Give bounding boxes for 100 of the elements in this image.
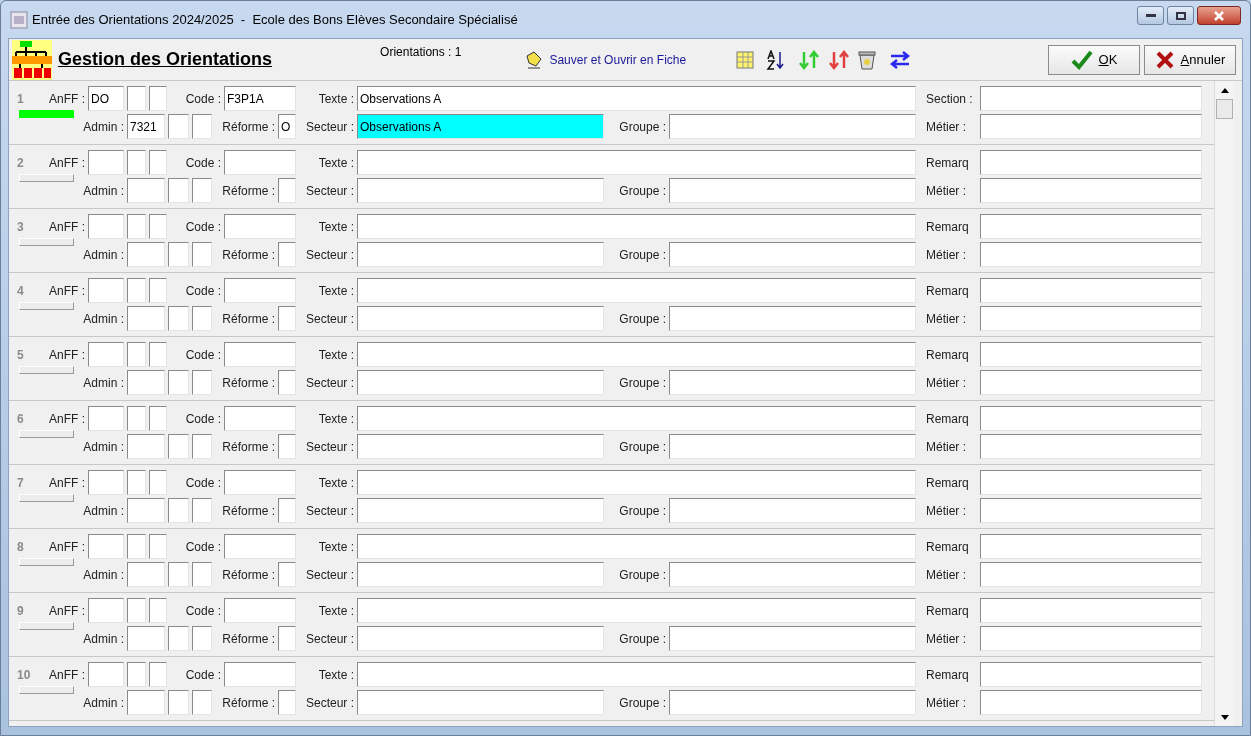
input-field[interactable] bbox=[980, 86, 1202, 111]
input-field[interactable] bbox=[980, 598, 1202, 623]
input-field[interactable] bbox=[669, 690, 916, 715]
input-field[interactable] bbox=[192, 114, 212, 139]
input-field[interactable] bbox=[127, 370, 165, 395]
input-field[interactable] bbox=[149, 150, 167, 175]
input-field[interactable] bbox=[168, 370, 189, 395]
input-field[interactable] bbox=[224, 534, 296, 559]
input-field[interactable] bbox=[980, 434, 1202, 459]
input-field[interactable] bbox=[980, 214, 1202, 239]
input-field[interactable] bbox=[168, 626, 189, 651]
input-field[interactable] bbox=[278, 434, 296, 459]
input-field[interactable] bbox=[127, 278, 146, 303]
row-select-button[interactable] bbox=[19, 238, 74, 246]
input-field[interactable] bbox=[168, 306, 189, 331]
input-field[interactable] bbox=[149, 406, 167, 431]
input-field[interactable] bbox=[88, 406, 124, 431]
input-field[interactable] bbox=[127, 598, 146, 623]
input-field[interactable] bbox=[168, 434, 189, 459]
input-field[interactable] bbox=[357, 662, 916, 687]
input-field[interactable] bbox=[149, 662, 167, 687]
input-field[interactable] bbox=[669, 306, 916, 331]
input-field[interactable] bbox=[278, 626, 296, 651]
input-field[interactable] bbox=[168, 114, 189, 139]
input-field[interactable] bbox=[980, 498, 1202, 523]
input-field[interactable] bbox=[127, 178, 165, 203]
input-field[interactable] bbox=[669, 562, 916, 587]
input-field[interactable] bbox=[88, 214, 124, 239]
input-field[interactable] bbox=[127, 406, 146, 431]
input-field[interactable] bbox=[278, 370, 296, 395]
input-field[interactable] bbox=[88, 470, 124, 495]
input-field[interactable]: O bbox=[278, 114, 296, 139]
input-field[interactable] bbox=[980, 150, 1202, 175]
input-field[interactable]: DO bbox=[88, 86, 124, 111]
input-field[interactable] bbox=[168, 690, 189, 715]
input-field[interactable] bbox=[149, 278, 167, 303]
input-field[interactable] bbox=[669, 370, 916, 395]
input-field[interactable] bbox=[224, 662, 296, 687]
input-field[interactable] bbox=[224, 278, 296, 303]
up-down-arrows-icon[interactable] bbox=[828, 49, 851, 70]
scroll-thumb[interactable] bbox=[1216, 99, 1233, 119]
input-field[interactable] bbox=[357, 214, 916, 239]
input-field[interactable] bbox=[168, 562, 189, 587]
input-field[interactable] bbox=[357, 534, 916, 559]
minimize-button[interactable] bbox=[1137, 6, 1164, 25]
input-field[interactable] bbox=[149, 598, 167, 623]
input-field[interactable] bbox=[278, 498, 296, 523]
input-field[interactable] bbox=[278, 178, 296, 203]
input-field[interactable] bbox=[980, 406, 1202, 431]
input-field[interactable] bbox=[149, 534, 167, 559]
row-select-button[interactable] bbox=[19, 302, 74, 310]
input-field[interactable] bbox=[980, 278, 1202, 303]
row-select-button[interactable] bbox=[19, 622, 74, 630]
input-field[interactable] bbox=[980, 534, 1202, 559]
input-field[interactable] bbox=[127, 534, 146, 559]
ok-button[interactable]: OK bbox=[1048, 44, 1140, 75]
input-field[interactable] bbox=[127, 562, 165, 587]
input-field[interactable]: F3P1A bbox=[224, 86, 296, 111]
input-field[interactable] bbox=[980, 242, 1202, 267]
sort-az-icon[interactable] bbox=[766, 49, 787, 70]
input-field[interactable] bbox=[127, 626, 165, 651]
input-field[interactable] bbox=[88, 342, 124, 367]
input-field[interactable] bbox=[127, 434, 165, 459]
input-field[interactable] bbox=[192, 178, 212, 203]
close-button[interactable] bbox=[1197, 6, 1241, 25]
row-select-button[interactable] bbox=[19, 494, 74, 502]
input-field[interactable] bbox=[192, 242, 212, 267]
input-field[interactable] bbox=[127, 690, 165, 715]
row-select-button[interactable] bbox=[19, 686, 74, 694]
input-field[interactable] bbox=[357, 434, 604, 459]
save-open-link[interactable]: Sauver et Ouvrir en Fiche bbox=[549, 50, 687, 69]
input-field[interactable] bbox=[168, 242, 189, 267]
input-field[interactable] bbox=[127, 342, 146, 367]
input-field[interactable] bbox=[168, 178, 189, 203]
input-field[interactable] bbox=[357, 562, 604, 587]
cancel-button[interactable]: Annuler bbox=[1144, 44, 1236, 75]
input-field[interactable] bbox=[88, 662, 124, 687]
input-field[interactable] bbox=[357, 342, 916, 367]
input-field[interactable] bbox=[224, 470, 296, 495]
input-field[interactable] bbox=[149, 470, 167, 495]
input-field[interactable] bbox=[168, 498, 189, 523]
input-field[interactable] bbox=[127, 498, 165, 523]
input-field[interactable] bbox=[980, 626, 1202, 651]
row-select-button[interactable] bbox=[19, 174, 74, 182]
input-field[interactable] bbox=[149, 86, 167, 111]
input-field[interactable] bbox=[669, 178, 916, 203]
input-field[interactable] bbox=[149, 342, 167, 367]
trash-icon[interactable] bbox=[858, 49, 877, 70]
input-field[interactable] bbox=[357, 178, 604, 203]
input-field[interactable] bbox=[278, 242, 296, 267]
input-field[interactable] bbox=[357, 242, 604, 267]
input-field[interactable] bbox=[669, 498, 916, 523]
input-field[interactable] bbox=[357, 690, 604, 715]
input-field[interactable] bbox=[357, 470, 916, 495]
input-field[interactable]: Observations A bbox=[357, 86, 916, 111]
input-field[interactable] bbox=[980, 342, 1202, 367]
input-field[interactable] bbox=[980, 370, 1202, 395]
input-field[interactable] bbox=[192, 690, 212, 715]
input-field[interactable] bbox=[224, 150, 296, 175]
input-field[interactable] bbox=[357, 406, 916, 431]
